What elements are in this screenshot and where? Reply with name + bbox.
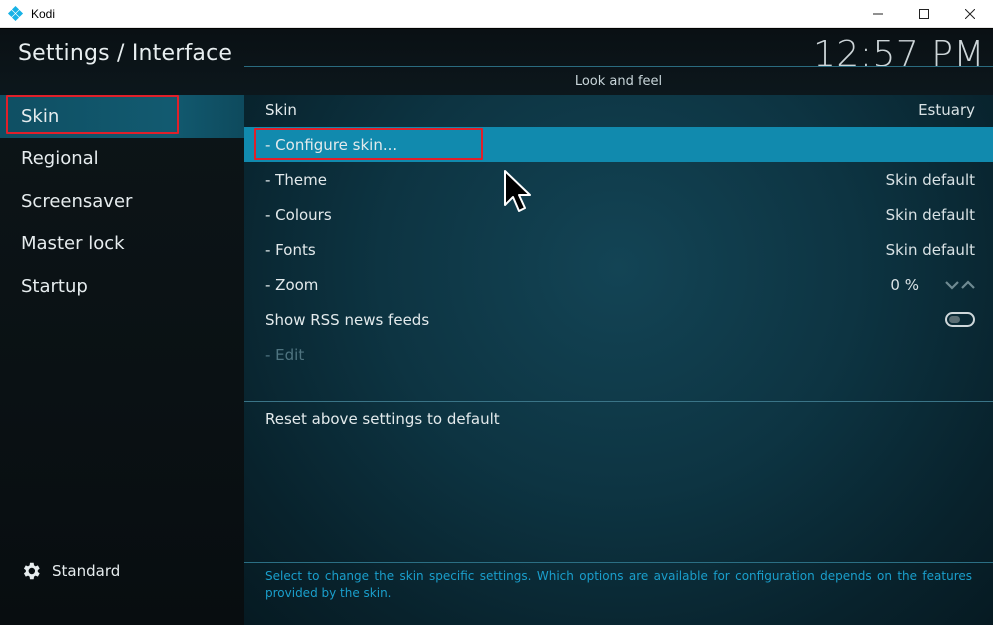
- reset-label: Reset above settings to default: [265, 410, 500, 428]
- setting-label: - Configure skin...: [265, 135, 398, 154]
- window-controls: [855, 0, 993, 28]
- minimize-button[interactable]: [855, 0, 901, 28]
- setting-value: 0 %: [890, 275, 919, 294]
- chevron-down-icon[interactable]: [945, 280, 959, 290]
- group-title-label: Look and feel: [574, 73, 663, 89]
- maximize-icon: [919, 9, 929, 19]
- settings-level-label: Standard: [52, 562, 121, 580]
- close-icon: [965, 9, 975, 19]
- setting-fonts[interactable]: - Fonts Skin default: [244, 232, 993, 267]
- setting-value: Skin default: [885, 240, 975, 259]
- divider: [244, 401, 993, 402]
- sidebar-list: Skin Regional Screensaver Master lock St…: [0, 95, 244, 308]
- setting-zoom[interactable]: - Zoom 0 %: [244, 267, 993, 302]
- setting-configure-skin[interactable]: - Configure skin...: [244, 127, 993, 162]
- sidebar-item-skin[interactable]: Skin: [0, 95, 244, 138]
- window-titlebar: Kodi: [0, 0, 993, 28]
- rss-toggle[interactable]: [945, 312, 975, 327]
- sidebar-item-master-lock[interactable]: Master lock: [0, 223, 244, 266]
- toggle-knob: [949, 316, 960, 323]
- setting-label: - Theme: [265, 170, 327, 189]
- setting-edit: - Edit: [244, 337, 993, 372]
- help-text: Select to change the skin specific setti…: [265, 569, 972, 600]
- sidebar-item-screensaver[interactable]: Screensaver: [0, 180, 244, 223]
- sidebar-item-startup[interactable]: Startup: [0, 265, 244, 308]
- setting-label: Skin: [265, 100, 297, 119]
- setting-theme[interactable]: - Theme Skin default: [244, 162, 993, 197]
- group-title: Look and feel: [244, 66, 993, 95]
- gear-icon: [23, 562, 40, 580]
- setting-label: - Fonts: [265, 240, 316, 259]
- sidebar-item-label: Screensaver: [21, 190, 133, 212]
- sidebar-item-label: Skin: [21, 105, 60, 127]
- setting-label: - Zoom: [265, 275, 319, 294]
- setting-colours[interactable]: - Colours Skin default: [244, 197, 993, 232]
- window-title: Kodi: [31, 6, 56, 21]
- setting-value-wrap: 0 %: [890, 276, 975, 294]
- setting-value: Skin default: [885, 205, 975, 224]
- settings-list: Skin Estuary - Configure skin... - Theme…: [244, 92, 993, 372]
- sidebar-item-regional[interactable]: Regional: [0, 138, 244, 181]
- setting-value: Estuary: [918, 100, 975, 119]
- maximize-button[interactable]: [901, 0, 947, 28]
- setting-label: Show RSS news feeds: [265, 310, 430, 329]
- chevron-up-icon[interactable]: [961, 279, 975, 290]
- minimize-icon: [873, 13, 883, 15]
- setting-value: Skin default: [885, 170, 975, 189]
- setting-skin[interactable]: Skin Estuary: [244, 92, 993, 127]
- sidebar-item-label: Startup: [21, 275, 88, 297]
- mouse-pointer-icon: [504, 170, 531, 212]
- page-title: Settings / Interface: [18, 41, 233, 66]
- zoom-spinner: [945, 279, 975, 290]
- close-button[interactable]: [947, 0, 993, 28]
- sidebar-item-label: Master lock: [21, 233, 125, 255]
- setting-label: - Colours: [265, 205, 332, 224]
- settings-level-button[interactable]: Standard: [20, 560, 120, 582]
- sidebar-item-label: Regional: [21, 148, 99, 170]
- kodi-logo-icon: [7, 5, 24, 21]
- setting-show-rss[interactable]: Show RSS news feeds: [244, 302, 993, 337]
- reset-settings-button[interactable]: Reset above settings to default: [265, 410, 500, 428]
- setting-label: - Edit: [265, 345, 305, 364]
- help-text-box: Select to change the skin specific setti…: [244, 562, 993, 625]
